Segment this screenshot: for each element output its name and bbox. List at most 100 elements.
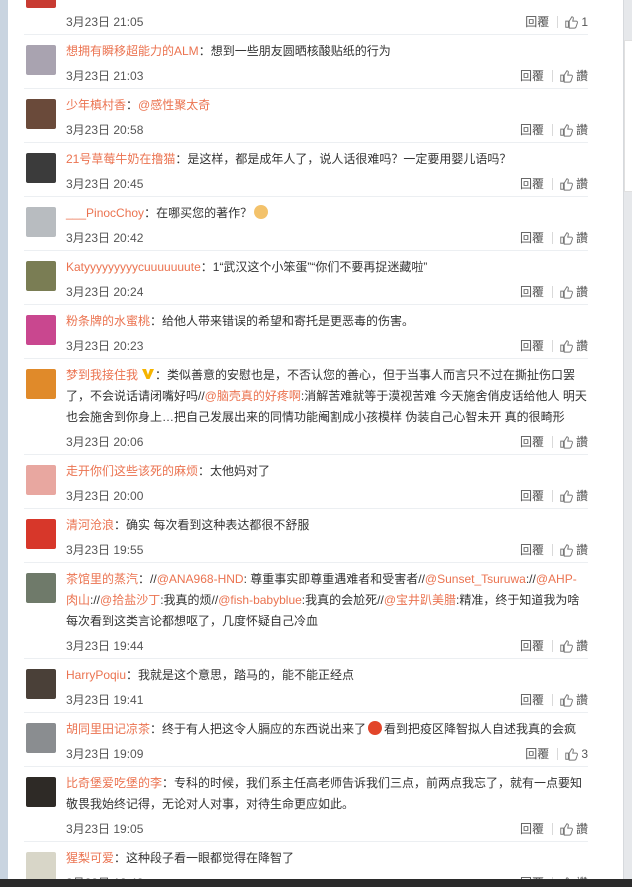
reply-button[interactable]: 回覆 [520,280,544,304]
thumbs-up-icon[interactable] [559,693,573,707]
reply-button[interactable]: 回覆 [520,688,544,712]
reply-button[interactable]: 回覆 [520,817,544,841]
like-label[interactable]: 讚 [576,430,588,454]
side-panel-tab[interactable] [624,40,632,192]
colon-separator: ： [126,98,139,112]
avatar[interactable] [26,573,56,603]
reply-button[interactable]: 回覆 [520,871,544,879]
like-label[interactable]: 讚 [576,688,588,712]
comment-author[interactable]: 茶馆里的蒸汽 [66,572,138,586]
colon-separator: ： [150,314,163,328]
comment-text: 走开你们这些该死的麻烦：太他妈对了 [66,461,588,482]
comment-author[interactable]: 少年槙村香 [66,98,126,112]
avatar[interactable] [26,207,56,237]
comment-author[interactable]: 想拥有瞬移超能力的ALM [66,44,199,58]
comment-author[interactable]: 走开你们这些该死的麻烦 [66,464,198,478]
avatar[interactable] [26,153,56,183]
thumbs-up-icon[interactable] [559,285,573,299]
comment-actions: 回覆 讚 [520,334,588,358]
reply-button[interactable]: 回覆 [520,172,544,196]
comment-body: ___PinocChoy：在哪买您的著作？ 3月23日 20:42 回覆 讚 [66,197,588,250]
thumbs-up-icon[interactable] [559,177,573,191]
thumbs-up-icon[interactable] [559,489,573,503]
mention-link[interactable]: @拾盐沙丁 [100,593,160,607]
thumbs-up-icon[interactable] [559,639,573,653]
comment-content: 终于有人把这令人膈应的东西说出来了 [162,722,367,736]
reply-button[interactable]: 回覆 [520,118,544,142]
mention-link[interactable]: @Sunset_Tsuruwa [425,572,526,586]
comment-text: 粉条牌的水蜜桃：给他人带来错误的希望和寄托是更恶毒的伤害。 [66,311,588,332]
like-label[interactable]: 讚 [576,538,588,562]
thumbs-up-icon[interactable] [559,339,573,353]
like-label[interactable]: 讚 [576,118,588,142]
avatar[interactable] [26,99,56,129]
like-label[interactable]: 讚 [576,484,588,508]
comment-author[interactable]: ___PinocChoy [66,206,144,220]
mention-link[interactable]: @感性聚太奇 [138,98,210,112]
thumbs-up-icon[interactable] [559,231,573,245]
avatar[interactable] [26,369,56,399]
comment-item: 梦到我接住我 ：类似善意的安慰也是，不否认您的善心，但于当事人而言只不过在撕扯伤口… [24,359,588,455]
avatar[interactable] [26,723,56,753]
reply-button[interactable]: 回覆 [520,64,544,88]
reply-button[interactable]: 回覆 [520,334,544,358]
comment-time: 3月23日 19:09 [66,747,144,761]
comment-body: 梦到我接住我 ：类似善意的安慰也是，不否认您的善心，但于当事人而言只不过在撕扯伤口… [66,359,588,454]
avatar[interactable] [26,519,56,549]
comment-author[interactable]: HarryPoqiu [66,668,126,682]
thumbs-up-icon[interactable] [559,822,573,836]
comment-items: 想拥有瞬移超能力的ALM：想到一些朋友圆晒核酸贴纸的行为 3月23日 21:03 回… [24,35,588,879]
reply-button[interactable]: 回覆 [520,430,544,454]
comment-author[interactable]: 21号草莓牛奶在撸猫 [66,152,175,166]
thumbs-up-icon[interactable] [559,123,573,137]
comment-author[interactable]: 清河沧浪 [66,518,114,532]
reply-button[interactable]: 回覆 [520,484,544,508]
comment-meta: 3月23日 19:05 回覆 讚 [66,817,588,841]
comment-author[interactable]: 粉条牌的水蜜桃 [66,314,150,328]
like-label[interactable]: 讚 [576,226,588,250]
comment-author[interactable]: 胡同里田记凉茶 [66,722,150,736]
like-label[interactable]: 讚 [576,871,588,879]
thumbs-up-icon[interactable] [559,543,573,557]
like-label[interactable]: 讚 [576,634,588,658]
mention-link[interactable]: @fish-babyblue [218,593,302,607]
avatar[interactable] [26,315,56,345]
avatar[interactable] [26,777,56,807]
avatar[interactable] [26,852,56,879]
reply-button[interactable]: 回覆 [520,634,544,658]
mention-link[interactable]: @脑壳真的好疼啊 [205,389,301,403]
avatar[interactable] [26,465,56,495]
comment-text: 清河沧浪：确实 每次看到这种表达都很不舒服 [66,515,588,536]
avatar[interactable] [26,45,56,75]
reply-button[interactable]: 回覆 [520,226,544,250]
avatar[interactable] [26,0,56,8]
reply-button[interactable]: 回覆 [520,538,544,562]
comment-meta: 3月23日 20:00 回覆 讚 [66,484,588,508]
comment-content: // [150,572,157,586]
divider [551,124,553,136]
divider [557,748,559,760]
reply-button[interactable]: 回覆 [525,742,549,766]
reply-button[interactable]: 回覆 [525,10,549,34]
mention-link[interactable]: @宝井趴美腊 [384,593,456,607]
thumbs-up-icon[interactable] [559,69,573,83]
like-label[interactable]: 讚 [576,172,588,196]
like-label[interactable]: 3 [581,742,588,766]
comment-author[interactable]: 比奇堡爱吃堡的李 [66,776,162,790]
thumbs-up-icon[interactable] [564,747,579,761]
comment-author[interactable]: 梦到我接住我 [66,368,138,382]
avatar[interactable] [26,669,56,699]
thumbs-up-icon[interactable] [559,435,573,449]
comment-author[interactable]: Katyyyyyyyyycuuuuuuute [66,260,201,274]
mention-link[interactable]: @ANA968-HND [157,572,244,586]
comment-author[interactable]: 猩梨可爱 [66,851,114,865]
comment-body: HarryPoqiu：我就是这个意思，踏马的，能不能正经点 3月23日 19:41… [66,659,588,712]
like-label[interactable]: 讚 [576,280,588,304]
like-label[interactable]: 讚 [576,334,588,358]
colon-separator: ： [114,851,127,865]
avatar[interactable] [26,261,56,291]
like-label[interactable]: 讚 [576,64,588,88]
like-count: 1 [581,15,588,29]
like-label[interactable]: 讚 [576,817,588,841]
thumbs-up-icon[interactable] [564,15,579,29]
